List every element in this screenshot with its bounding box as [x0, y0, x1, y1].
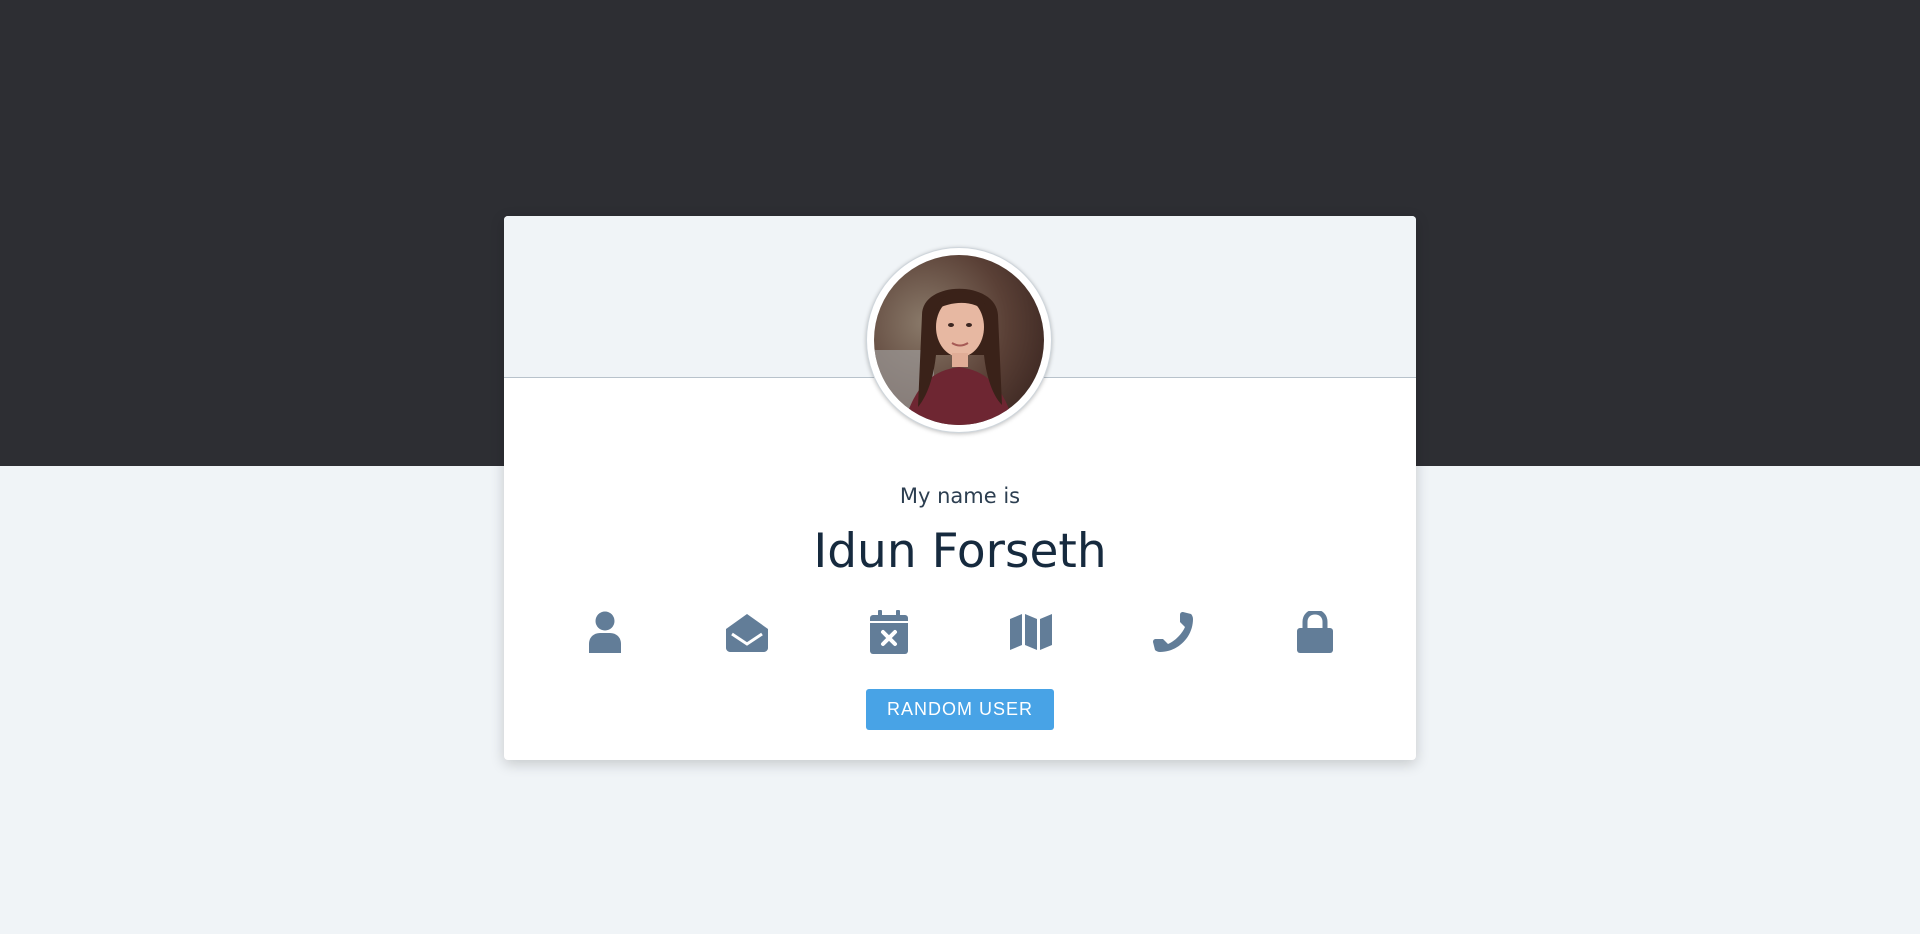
random-user-button[interactable]: Random User — [866, 689, 1054, 730]
user-icon-button[interactable] — [581, 608, 629, 656]
phone-icon-button[interactable] — [1149, 608, 1197, 656]
email-icon-button[interactable] — [723, 608, 771, 656]
phone-icon — [1153, 612, 1193, 652]
user-card: My name is Idun Forseth RANDOM USER — [504, 216, 1416, 760]
lock-icon — [1297, 611, 1333, 653]
map-icon — [1010, 614, 1052, 650]
location-icon-button[interactable] — [1007, 608, 1055, 656]
calendar-times-icon — [870, 610, 908, 654]
info-value: Idun Forseth — [813, 524, 1107, 579]
avatar-frame — [866, 247, 1052, 433]
birthday-icon-button[interactable] — [865, 608, 913, 656]
envelope-open-icon — [726, 614, 768, 652]
info-icon-bar — [504, 608, 1416, 656]
avatar-photo — [874, 255, 1044, 425]
info-label: My name is — [899, 484, 1021, 508]
avatar — [874, 255, 1044, 425]
user-icon — [589, 611, 621, 653]
password-icon-button[interactable] — [1291, 608, 1339, 656]
